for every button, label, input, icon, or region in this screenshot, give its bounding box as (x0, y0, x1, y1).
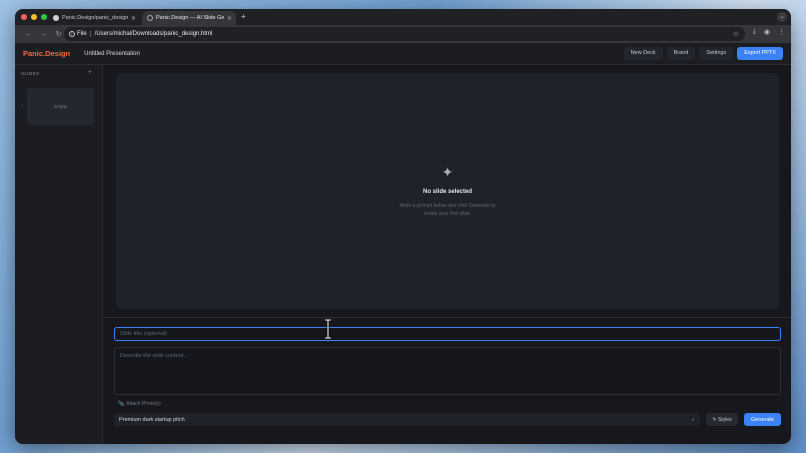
minimize-window-button[interactable] (31, 14, 37, 20)
tab-github[interactable]: Panic.Design/panic_design.h ✕ (48, 11, 140, 25)
tab-search-icon[interactable]: ⌄ (777, 12, 787, 22)
back-icon[interactable]: ← (21, 31, 36, 38)
slide-thumbnail-label: Empty (54, 104, 68, 109)
chevron-down-icon: ▼ (691, 417, 695, 422)
generate-button[interactable]: Generate (744, 413, 781, 426)
empty-state-title: No slide selected (422, 189, 473, 195)
presentation-title[interactable]: Untitled Presentation (84, 51, 140, 57)
sparkle-icon: ✦ (441, 164, 454, 180)
sidebar-header: SLIDES + (15, 65, 102, 81)
settings-button[interactable]: Settings (699, 47, 734, 60)
download-icon[interactable]: ⤓ (753, 28, 756, 36)
style-select-value: Premium dark startup pitch (119, 416, 185, 423)
site-info-chip[interactable]: i File (69, 31, 91, 37)
text-cursor-icon (325, 319, 331, 339)
app-body: SLIDES + 1 Empty ✦ No slide selected Wri… (15, 65, 791, 444)
slide-list-item[interactable]: 1 Empty (21, 88, 95, 125)
globe-icon (147, 15, 153, 21)
bookmark-star-icon[interactable]: ☆ (733, 30, 739, 38)
composer-actions: Premium dark startup pitch ▼ ✎ Styles Ge… (114, 413, 781, 426)
slide-title-input[interactable] (114, 327, 781, 341)
slide-thumbnail[interactable]: Empty (27, 88, 95, 125)
menu-icon[interactable]: ⋮ (778, 28, 785, 36)
github-icon (53, 15, 59, 21)
new-deck-button[interactable]: New Deck (623, 47, 663, 60)
close-icon[interactable]: ✕ (131, 15, 136, 22)
tab-title: Panic.Design — AI Slide Gene (156, 15, 224, 21)
main-panel: ✦ No slide selected Write a prompt below… (104, 65, 791, 444)
slide-content-textarea[interactable] (114, 347, 781, 395)
info-icon: i (69, 31, 75, 37)
divider (104, 317, 791, 318)
tab-strip: Panic.Design/panic_design.h ✕ Panic.Desi… (15, 9, 791, 25)
file-label: File (77, 31, 87, 37)
close-window-button[interactable] (21, 14, 27, 20)
new-tab-button[interactable]: + (241, 12, 246, 21)
address-bar[interactable]: i File /Users/michal/Downloads/panic_des… (64, 27, 745, 41)
tab-panic-design[interactable]: Panic.Design — AI Slide Gene ✕ (142, 11, 236, 25)
sidebar-heading: SLIDES (21, 70, 40, 76)
maximize-window-button[interactable] (41, 14, 47, 20)
close-icon[interactable]: ✕ (227, 15, 232, 22)
browser-toolbar: ← → ↻ i File /Users/michal/Downloads/pan… (15, 25, 791, 43)
paperclip-icon: 📎 (118, 401, 125, 407)
url-text: /Users/michal/Downloads/panic_design.htm… (94, 31, 213, 37)
browser-window: Panic.Design/panic_design.h ✕ Panic.Desi… (15, 9, 791, 444)
export-pptx-button[interactable]: Export PPTX (737, 47, 783, 60)
empty-state-description: Write a prompt below and click Generate … (399, 203, 496, 217)
slides-sidebar: SLIDES + 1 Empty (15, 65, 103, 444)
slide-number: 1 (21, 104, 24, 109)
style-select[interactable]: Premium dark startup pitch ▼ (114, 413, 700, 426)
styles-button[interactable]: ✎ Styles (706, 413, 738, 426)
app-header: Panic.Design Untitled Presentation New D… (15, 43, 791, 65)
window-controls (21, 14, 47, 20)
toolbar-right-icons: ⤓ ◉ ⋮ (753, 28, 785, 36)
header-actions: New Deck Brand Settings Export PPTX (623, 47, 783, 60)
attach-label: Attach Photo(s) (126, 401, 161, 407)
attach-photos-button[interactable]: 📎 Attach Photo(s) (118, 401, 161, 407)
profile-icon[interactable]: ◉ (764, 28, 770, 36)
tab-title: Panic.Design/panic_design.h (62, 15, 128, 21)
brand-logo: Panic.Design (23, 49, 71, 58)
slide-canvas: ✦ No slide selected Write a prompt below… (116, 73, 779, 309)
forward-icon[interactable]: → (36, 31, 51, 38)
brand-button[interactable]: Brand (666, 47, 696, 60)
add-slide-button[interactable]: + (88, 70, 92, 76)
